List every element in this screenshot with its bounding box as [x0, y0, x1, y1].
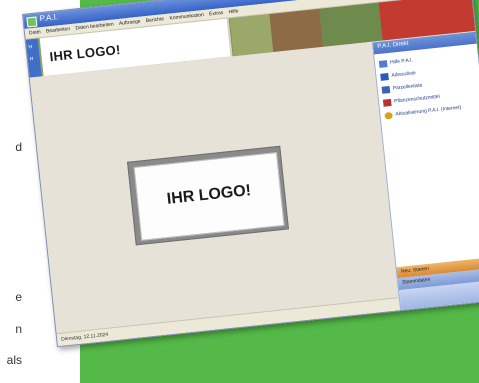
- list-icon: [380, 73, 389, 81]
- background-text-line-1: d: [15, 140, 22, 154]
- table-icon: [381, 85, 391, 94]
- globe-icon: [384, 111, 393, 120]
- pencil-icon: [378, 60, 388, 68]
- side-item-label: Adressliste: [391, 70, 417, 79]
- app-window: P.A.I. Datei Bearbeiten Daten bearbeiten…: [22, 0, 479, 348]
- logo-card-inner: IHR LOGO!: [133, 152, 285, 241]
- side-item-label: Pflanzenschutzmittel: [393, 93, 441, 105]
- status-text: Dienstag, 12.11.2024: [60, 331, 109, 343]
- side-item-label: Hilfe P.A.I.: [389, 57, 414, 66]
- header-logo-text: IHR LOGO!: [48, 41, 122, 65]
- menu-item-extras[interactable]: Extras: [209, 8, 224, 19]
- side-item-label: Parzellenliste: [392, 82, 423, 92]
- logo-card: IHR LOGO!: [127, 145, 289, 246]
- banner-photo-vineyard: [319, 2, 383, 47]
- menu-item-datei[interactable]: Datei: [29, 27, 42, 38]
- side-blue-button-label: Stammdaten: [401, 276, 431, 286]
- banner-photo-orchard: [229, 14, 274, 57]
- left-strip-label-1: H: [28, 44, 33, 51]
- logo-card-text: IHR LOGO!: [166, 182, 252, 208]
- menu-item-hilfe[interactable]: Hilfe: [228, 6, 239, 17]
- side-orange-button-label: Neu: Starten: [400, 265, 430, 275]
- main-workspace: IHR LOGO!: [29, 42, 399, 334]
- side-panel-title: P.A.I. Direkt: [377, 40, 409, 51]
- menu-item-berichte[interactable]: Berichte: [145, 14, 165, 26]
- background-text-line-2: e: [15, 290, 22, 304]
- background-text-line-4: als: [6, 353, 22, 367]
- left-strip-label-2: H: [29, 56, 34, 63]
- banner-photo-field: [269, 8, 324, 52]
- background-text-line-3: n: [15, 322, 22, 336]
- app-icon: [26, 16, 38, 28]
- window-title: P.A.I.: [39, 12, 59, 24]
- bottle-icon: [382, 98, 392, 107]
- side-item-label: Aktualisierung P.A.I. (Internet): [395, 104, 462, 118]
